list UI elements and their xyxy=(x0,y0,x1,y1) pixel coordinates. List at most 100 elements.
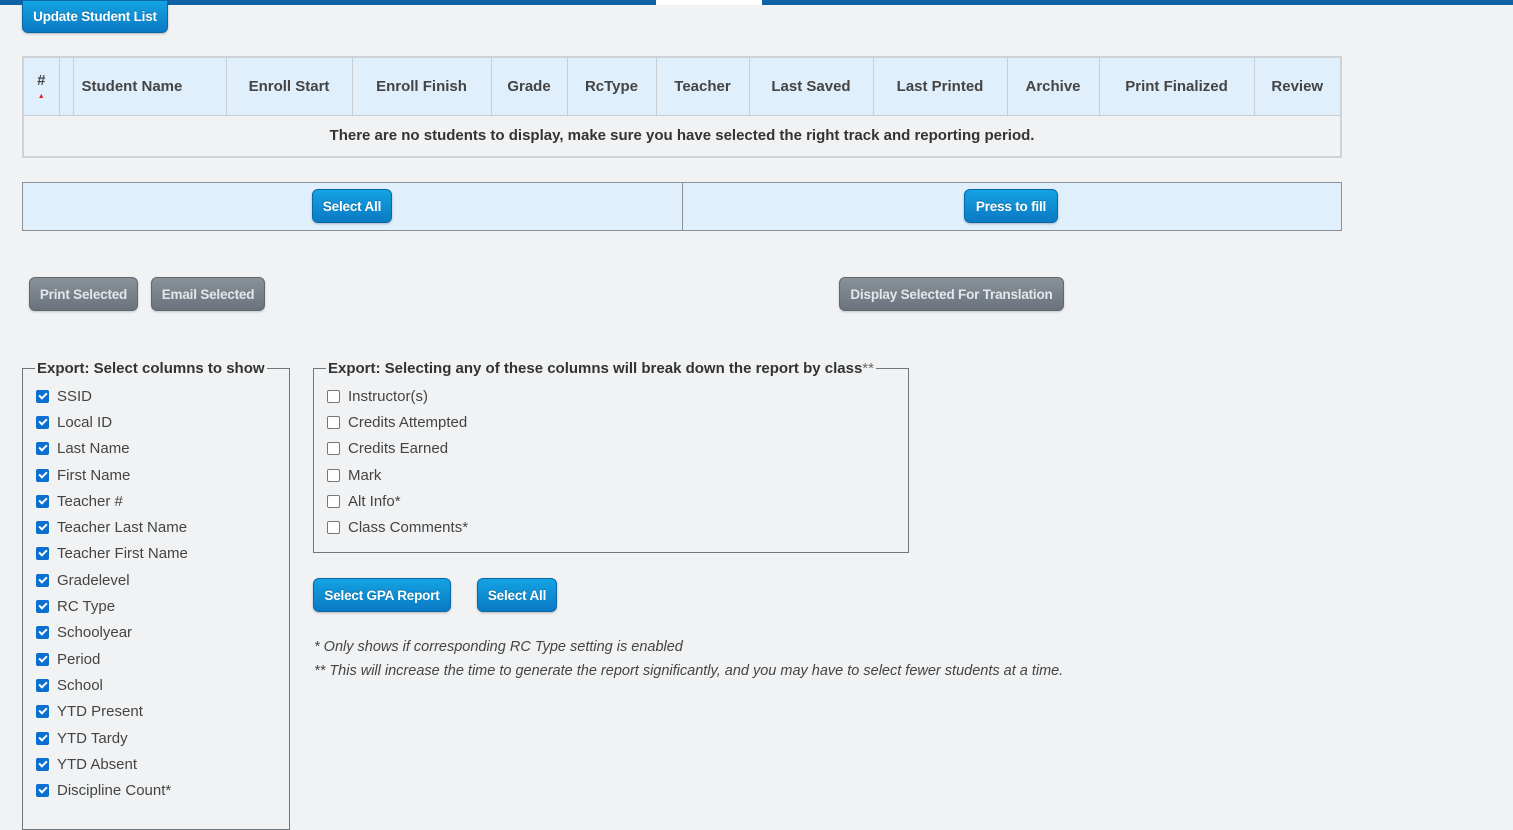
export-class-checkbox-row[interactable]: Mark xyxy=(314,462,908,488)
export-column-checkbox-row[interactable]: Last Name xyxy=(23,436,289,462)
export-column-checkbox-row[interactable]: Gradelevel xyxy=(23,567,289,593)
export-column-checkbox-row[interactable]: Schoolyear xyxy=(23,620,289,646)
export-column-checkbox-row[interactable]: First Name xyxy=(23,462,289,488)
select-all-columns-button[interactable]: Select All xyxy=(477,578,557,612)
column-header-print-finalized[interactable]: Print Finalized xyxy=(1098,56,1255,116)
export-column-checkbox-row[interactable]: YTD Tardy xyxy=(23,725,289,751)
export-columns-list: SSID Local ID Last Name First Name Teacher #… xyxy=(23,383,289,804)
export-column-checkbox[interactable] xyxy=(36,521,49,535)
export-column-checkbox-row[interactable]: Teacher # xyxy=(23,488,289,514)
export-class-checkbox-row[interactable]: Credits Attempted xyxy=(314,409,908,435)
export-column-checkbox-row[interactable]: SSID xyxy=(23,383,289,409)
fill-right-cell: Press to fill xyxy=(682,183,1341,230)
print-selected-button[interactable]: Print Selected xyxy=(29,277,138,311)
column-header-last-printed[interactable]: Last Printed xyxy=(872,56,1008,116)
export-column-checkbox[interactable] xyxy=(36,731,49,745)
export-column-checkbox-label: RC Type xyxy=(57,598,116,616)
export-column-checkbox-row[interactable]: RC Type xyxy=(23,593,289,619)
column-header-student-name[interactable]: Student Name xyxy=(72,56,227,116)
update-student-list-button[interactable]: Update Student List xyxy=(22,0,168,33)
export-column-checkbox[interactable] xyxy=(36,705,49,719)
export-class-checkbox-label: Credits Attempted xyxy=(348,413,468,431)
export-column-checkbox[interactable] xyxy=(36,757,49,771)
export-column-checkbox-label: Schoolyear xyxy=(57,624,133,642)
export-column-checkbox[interactable] xyxy=(36,547,49,561)
export-column-checkbox[interactable] xyxy=(36,600,49,614)
student-table: # ▲ Student Name Enroll Start Enroll Fin… xyxy=(22,56,1342,158)
export-column-checkbox-label: Teacher Last Name xyxy=(57,519,188,537)
note-report-time: ** This will increase the time to genera… xyxy=(314,663,1064,679)
export-class-checkbox-label: Class Comments* xyxy=(348,519,469,537)
export-column-checkbox[interactable] xyxy=(36,494,49,508)
export-column-checkbox-label: First Name xyxy=(57,466,131,484)
select-gpa-report-button[interactable]: Select GPA Report xyxy=(313,578,451,612)
export-class-legend-suffix: ** xyxy=(862,360,874,377)
column-header-enroll-finish[interactable]: Enroll Finish xyxy=(351,56,492,116)
export-class-checkbox[interactable] xyxy=(327,415,340,429)
export-column-checkbox[interactable] xyxy=(36,468,49,482)
export-class-list: Instructor(s) Credits Attempted Credits Ea… xyxy=(314,383,908,541)
fill-left-cell: Select All xyxy=(23,183,682,230)
export-class-checkbox-label: Credits Earned xyxy=(348,440,449,458)
export-column-checkbox-row[interactable]: YTD Absent xyxy=(23,751,289,777)
active-tab-indicator xyxy=(656,0,762,5)
display-for-translation-button[interactable]: Display Selected For Translation xyxy=(839,277,1064,311)
export-column-checkbox[interactable] xyxy=(36,389,49,403)
column-header-last-saved[interactable]: Last Saved xyxy=(748,56,874,116)
sort-column-label: # xyxy=(37,72,46,90)
export-class-checkbox-label: Instructor(s) xyxy=(348,387,429,405)
empty-table-message: There are no students to display, make s… xyxy=(23,115,1341,157)
select-column-header xyxy=(58,56,74,116)
export-column-checkbox-row[interactable]: Teacher First Name xyxy=(23,541,289,567)
export-class-checkbox[interactable] xyxy=(327,494,340,508)
sort-column-header[interactable]: # ▲ xyxy=(22,56,60,116)
export-class-checkbox[interactable] xyxy=(327,389,340,403)
export-class-checkbox[interactable] xyxy=(327,442,340,456)
column-header-rctype[interactable]: RcType xyxy=(566,56,657,116)
export-column-checkbox-label: SSID xyxy=(57,387,93,405)
sort-ascending-icon: ▲ xyxy=(37,93,45,101)
export-column-checkbox-row[interactable]: School xyxy=(23,672,289,698)
export-column-checkbox[interactable] xyxy=(36,678,49,692)
export-class-checkbox-row[interactable]: Class Comments* xyxy=(314,514,908,540)
export-class-checkbox-row[interactable]: Credits Earned xyxy=(314,436,908,462)
column-header-review[interactable]: Review xyxy=(1253,56,1342,116)
table-header-row: # ▲ Student Name Enroll Start Enroll Fin… xyxy=(22,56,1342,116)
export-column-checkbox-row[interactable]: Teacher Last Name xyxy=(23,514,289,540)
export-class-checkbox-row[interactable]: Alt Info* xyxy=(314,488,908,514)
export-column-checkbox-label: Teacher First Name xyxy=(57,545,188,563)
select-all-students-button[interactable]: Select All xyxy=(312,189,392,223)
export-column-checkbox-label: Gradelevel xyxy=(57,571,130,589)
export-columns-legend: Export: Select columns to show xyxy=(37,360,265,377)
column-header-grade[interactable]: Grade xyxy=(490,56,568,116)
export-column-checkbox-label: YTD Tardy xyxy=(57,729,128,747)
email-selected-button[interactable]: Email Selected xyxy=(151,277,265,311)
note-rc-type: * Only shows if corresponding RC Type se… xyxy=(314,639,683,655)
export-column-checkbox[interactable] xyxy=(36,415,49,429)
export-class-legend-text: Export: Selecting any of these columns w… xyxy=(328,360,863,377)
export-column-checkbox-label: Teacher # xyxy=(57,492,123,510)
export-column-checkbox-label: YTD Present xyxy=(57,703,143,721)
export-column-checkbox[interactable] xyxy=(36,652,49,666)
column-header-teacher[interactable]: Teacher xyxy=(655,56,750,116)
export-column-checkbox-row[interactable]: Period xyxy=(23,646,289,672)
fill-controls-bar: Select All Press to fill xyxy=(22,182,1342,231)
export-column-checkbox-row[interactable]: YTD Present xyxy=(23,699,289,725)
export-class-checkbox[interactable] xyxy=(327,521,340,535)
export-column-checkbox-row[interactable]: Local ID xyxy=(23,409,289,435)
export-column-checkbox-row[interactable]: Discipline Count* xyxy=(23,777,289,803)
export-class-checkbox[interactable] xyxy=(327,468,340,482)
export-class-fieldset: Export: Selecting any of these columns w… xyxy=(313,360,909,553)
export-class-checkbox-row[interactable]: Instructor(s) xyxy=(314,383,908,409)
export-column-checkbox-label: YTD Absent xyxy=(57,755,138,773)
column-header-enroll-start[interactable]: Enroll Start xyxy=(225,56,353,116)
export-column-checkbox[interactable] xyxy=(36,784,49,798)
column-header-archive[interactable]: Archive xyxy=(1006,56,1100,116)
top-nav-bar xyxy=(0,0,1513,5)
export-class-checkbox-label: Mark xyxy=(348,466,382,484)
press-to-fill-button[interactable]: Press to fill xyxy=(964,189,1058,223)
export-column-checkbox-label: School xyxy=(57,676,103,694)
export-column-checkbox[interactable] xyxy=(36,442,49,456)
export-column-checkbox[interactable] xyxy=(36,573,49,587)
export-column-checkbox[interactable] xyxy=(36,626,49,640)
